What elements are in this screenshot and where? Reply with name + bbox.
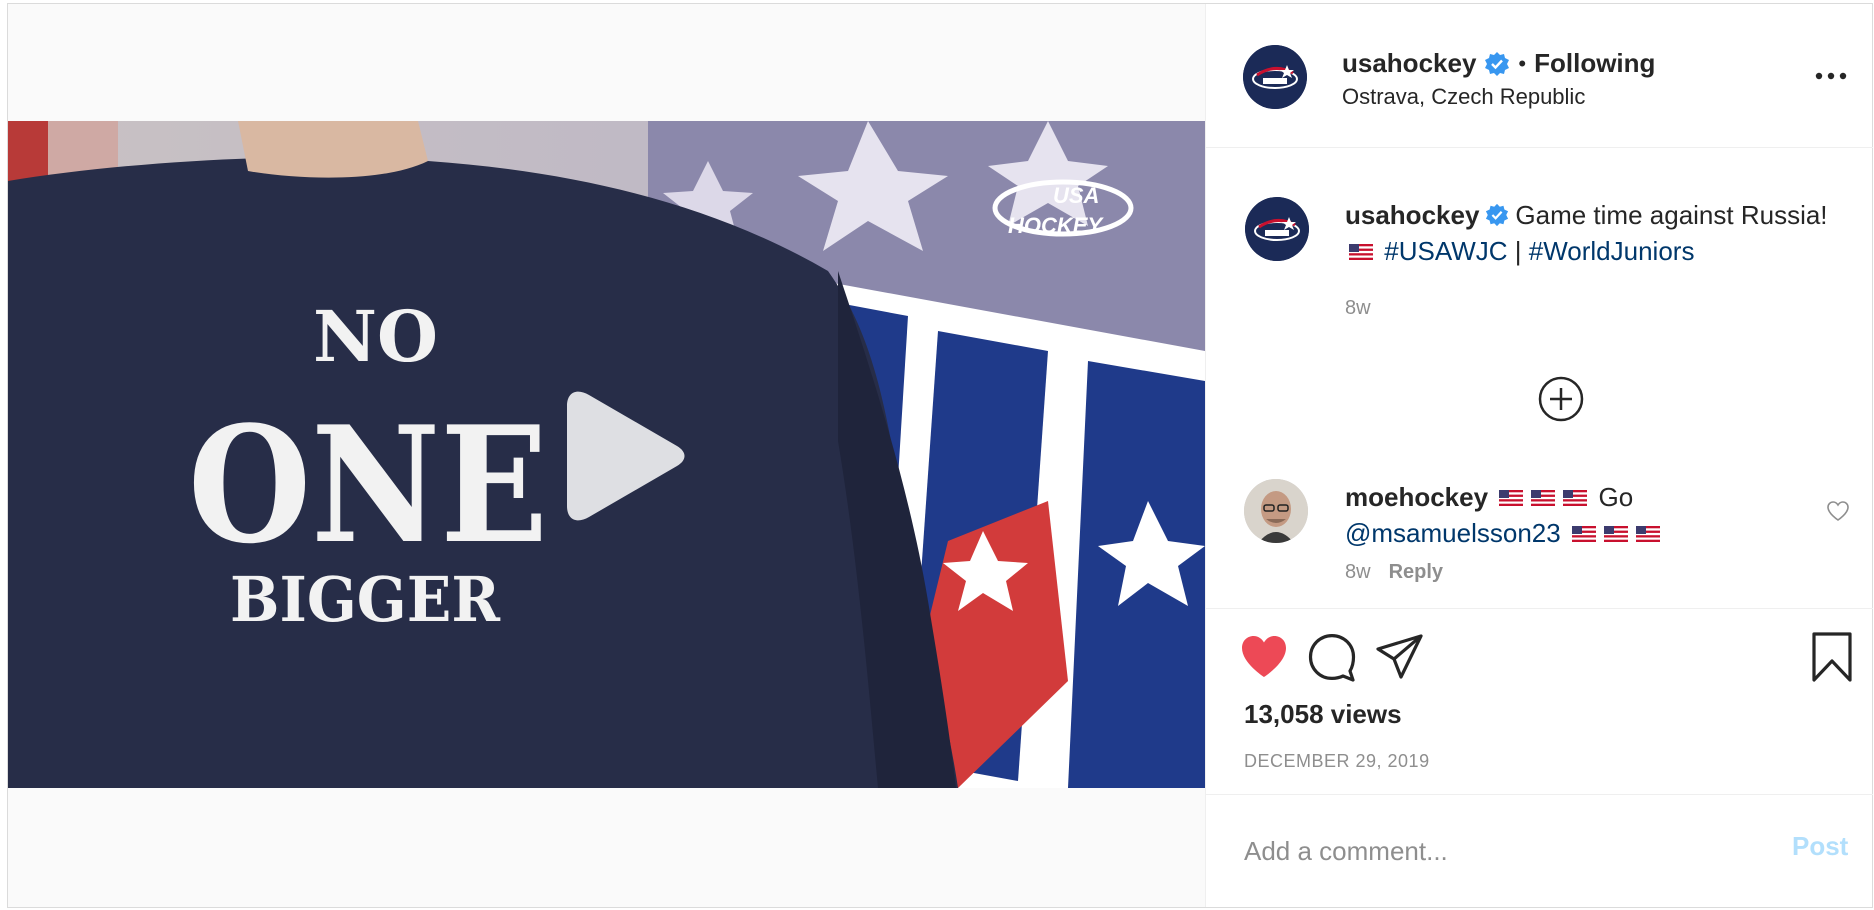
us-flag-icon	[1499, 490, 1524, 506]
comment-icon[interactable]	[1306, 631, 1358, 683]
wall-logo-hockey: HOCKEY	[1008, 213, 1104, 238]
header-username[interactable]: usahockey	[1342, 48, 1476, 79]
user-avatar-icon	[1244, 479, 1308, 543]
like-heart-icon[interactable]	[1238, 631, 1290, 683]
comment-like-icon[interactable]	[1826, 499, 1850, 523]
verified-badge-icon	[1486, 203, 1509, 227]
caption-timestamp[interactable]: 8w	[1345, 297, 1371, 320]
comment-text-block: moehockey Go @msamuelsson23	[1345, 479, 1765, 551]
post-actions: 13,058 views DECEMBER 29, 2019	[1206, 608, 1873, 794]
post-comment-button[interactable]: Post	[1792, 831, 1848, 862]
hashtag-usawjc[interactable]: #USAWJC	[1384, 236, 1507, 266]
play-icon[interactable]	[553, 386, 693, 526]
post-modal: USA HOCKEY NO ONE BIGGER usahockey • Fol…	[7, 3, 1873, 908]
verified-badge-icon	[1485, 51, 1510, 76]
post-date[interactable]: DECEMBER 29, 2019	[1244, 751, 1430, 772]
wall-logo-usa: USA	[1053, 183, 1099, 208]
comment-mention[interactable]: @msamuelsson23	[1345, 518, 1561, 548]
hashtag-worldjuniors[interactable]: #WorldJuniors	[1529, 236, 1695, 266]
comment-input[interactable]	[1244, 829, 1744, 873]
caption-username[interactable]: usahockey	[1345, 200, 1479, 230]
comment-text: Go	[1598, 482, 1634, 512]
share-icon[interactable]	[1374, 631, 1426, 683]
save-bookmark-icon[interactable]	[1806, 631, 1858, 683]
video-player[interactable]: USA HOCKEY NO ONE BIGGER	[8, 121, 1205, 788]
media-area: USA HOCKEY NO ONE BIGGER	[8, 4, 1205, 907]
us-flag-icon	[1563, 490, 1588, 506]
comments-section[interactable]: usahockey Game time against Russia! #USA…	[1206, 149, 1873, 607]
comment-timestamp[interactable]: 8w	[1345, 561, 1371, 584]
shirt-text-bigger: BIGGER	[230, 563, 500, 636]
reply-button[interactable]: Reply	[1389, 561, 1443, 584]
post-side-panel: usahockey • Following Ostrava, Czech Rep…	[1205, 4, 1873, 907]
load-more-comments-icon[interactable]	[1537, 375, 1585, 423]
caption-text: Game time against Russia!	[1515, 200, 1828, 230]
us-flag-icon	[1603, 526, 1628, 542]
header-separator: •	[1518, 50, 1527, 76]
post-location[interactable]: Ostrava, Czech Republic	[1342, 84, 1585, 110]
post-header: usahockey • Following Ostrava, Czech Rep…	[1206, 4, 1873, 148]
usahockey-avatar[interactable]	[1243, 45, 1307, 109]
caption-text-block: usahockey Game time against Russia! #USA…	[1345, 197, 1855, 269]
shirt-text-one: ONE	[188, 391, 548, 579]
us-flag-icon	[1349, 244, 1373, 260]
header-user-line: usahockey • Following	[1342, 48, 1655, 79]
usa-hockey-logo-icon	[1243, 45, 1307, 109]
comment-username[interactable]: moehockey	[1345, 482, 1488, 512]
us-flag-icon	[1531, 490, 1556, 506]
shirt-text-no: NO	[313, 295, 438, 378]
caption-avatar[interactable]	[1245, 197, 1309, 261]
more-options-icon[interactable]	[1813, 64, 1849, 88]
add-comment-bar: Post	[1206, 794, 1873, 907]
moehockey-avatar[interactable]	[1244, 479, 1308, 543]
us-flag-icon	[1571, 526, 1596, 542]
hashtag-separator: |	[1514, 236, 1522, 266]
view-count[interactable]: 13,058 views	[1244, 699, 1402, 730]
usa-hockey-logo-icon	[1245, 197, 1309, 261]
us-flag-icon	[1635, 526, 1660, 542]
following-button[interactable]: Following	[1534, 48, 1655, 79]
comment-meta: 8w Reply	[1345, 561, 1443, 584]
comment-item: moehockey Go @msamuelsson23 8w Reply	[1206, 479, 1873, 607]
